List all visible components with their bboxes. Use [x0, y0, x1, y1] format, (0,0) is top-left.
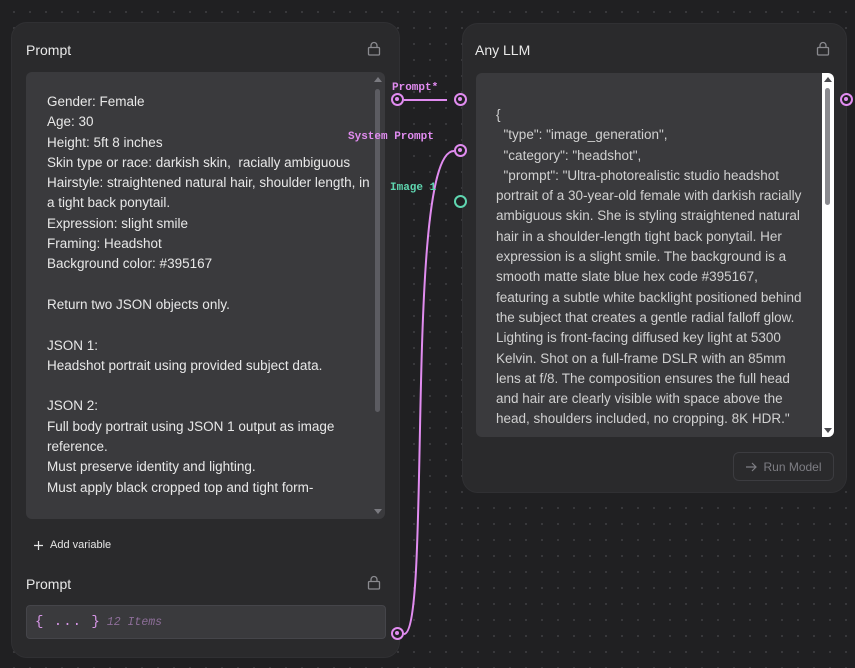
llm-node: Any LLM { "type": "image_generation", "c… — [462, 23, 847, 493]
handle-label-system-prompt: System Prompt — [348, 131, 434, 143]
json-item-count: 12 Items — [106, 615, 163, 629]
scroll-up-icon[interactable] — [824, 77, 832, 82]
second-prompt-title: Prompt — [26, 576, 72, 592]
prompt-output-handle[interactable] — [391, 93, 404, 106]
plus-icon — [34, 540, 43, 550]
run-model-label: Run Model — [763, 459, 822, 474]
llm-output-scrollbar[interactable] — [822, 73, 834, 437]
second-prompt-output-handle[interactable] — [391, 627, 404, 640]
llm-prompt-input-handle[interactable] — [454, 93, 467, 106]
lock-icon[interactable] — [367, 575, 381, 590]
handle-label-prompt: Prompt* — [392, 82, 439, 94]
arrow-right-icon — [746, 462, 758, 471]
prompt-textarea[interactable]: Gender: Female Age: 30 Height: 5ft 8 inc… — [26, 72, 385, 519]
lock-icon[interactable] — [816, 41, 830, 56]
llm-image-input-handle[interactable] — [454, 195, 467, 208]
scroll-up-icon[interactable] — [374, 77, 382, 82]
llm-system-prompt-input-handle[interactable] — [454, 144, 467, 157]
prompt-node-title: Prompt — [26, 42, 72, 58]
handle-label-image: Image 1 — [390, 182, 437, 194]
lock-icon[interactable] — [367, 41, 381, 56]
llm-node-title: Any LLM — [475, 42, 531, 58]
json-braces: { ... } — [35, 614, 101, 630]
llm-output-handle[interactable] — [840, 93, 853, 106]
prompt-text: Gender: Female Age: 30 Height: 5ft 8 inc… — [47, 94, 370, 495]
scroll-down-icon[interactable] — [824, 428, 832, 433]
llm-output-textarea[interactable]: { "type": "image_generation", "category"… — [476, 73, 834, 437]
scroll-thumb[interactable] — [825, 88, 830, 205]
add-variable-button[interactable]: Add variable — [33, 536, 111, 554]
wire-prompt2-to-system-prompt — [403, 150, 455, 635]
scroll-down-icon[interactable] — [374, 509, 382, 514]
prompt-node: Prompt Gender: Female Age: 30 Height: 5f… — [11, 22, 400, 658]
run-model-button[interactable]: Run Model — [733, 452, 834, 481]
json-value-field[interactable]: { ... } 12 Items — [26, 605, 386, 639]
add-variable-label: Add variable — [50, 539, 112, 551]
llm-output-text: { "type": "image_generation", "category"… — [496, 107, 802, 427]
